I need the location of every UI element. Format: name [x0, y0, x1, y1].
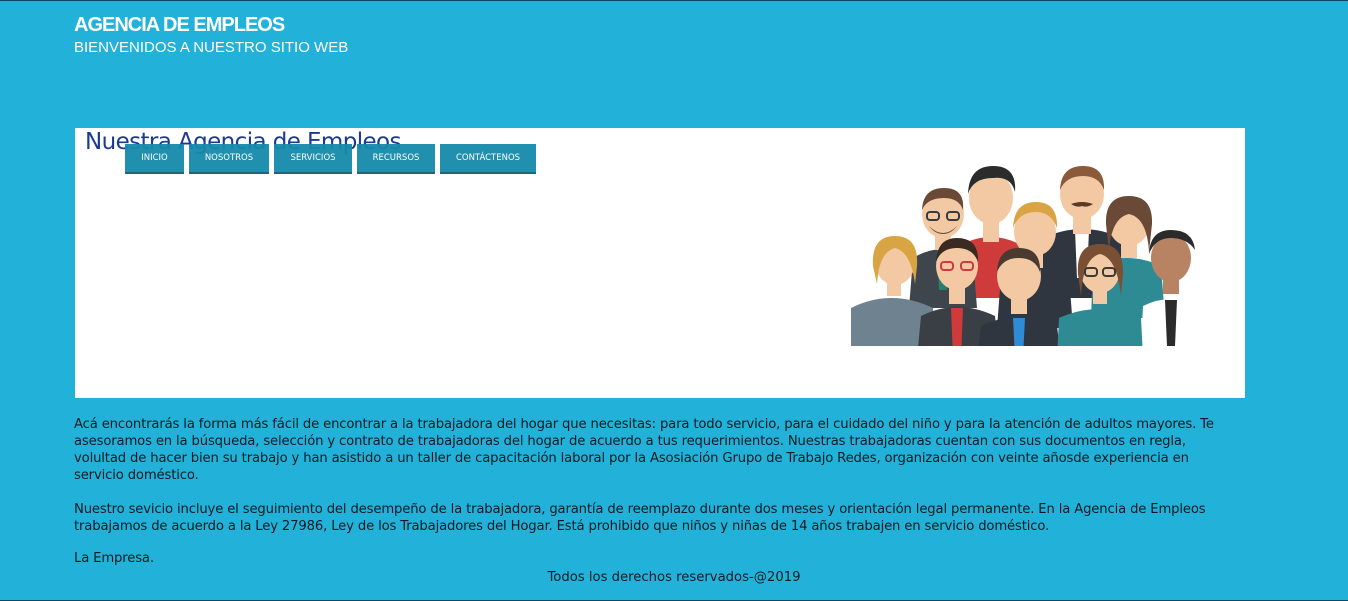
site-title: AGENCIA DE EMPLEOS — [74, 14, 285, 36]
nav-item-servicios[interactable]: SERVICIOS — [274, 144, 352, 174]
service-paragraph: Nuestro sevicio incluye el seguimiento d… — [74, 502, 1206, 534]
footer-copyright: Todos los derechos reservados-@2019 — [547, 570, 801, 585]
nav-item-inicio[interactable]: INICIO — [125, 144, 184, 174]
nav-item-contactenos[interactable]: CONTÁCTENOS — [440, 144, 536, 174]
main-content: Acá encontrarás la forma más fácil de en… — [74, 416, 1234, 584]
banner: Nuestra Agencia de Empleos INICIO NOSOTR… — [75, 128, 1245, 398]
group-of-people-icon — [851, 166, 1201, 346]
nav-item-nosotros[interactable]: NOSOTROS — [189, 144, 269, 174]
site-subtitle: BIENVENIDOS A NUESTRO SITIO WEB — [74, 39, 349, 56]
signature: La Empresa. — [74, 551, 154, 566]
intro-paragraph: Acá encontrarás la forma más fácil de en… — [74, 417, 1214, 483]
nav-item-recursos[interactable]: RECURSOS — [357, 144, 435, 174]
